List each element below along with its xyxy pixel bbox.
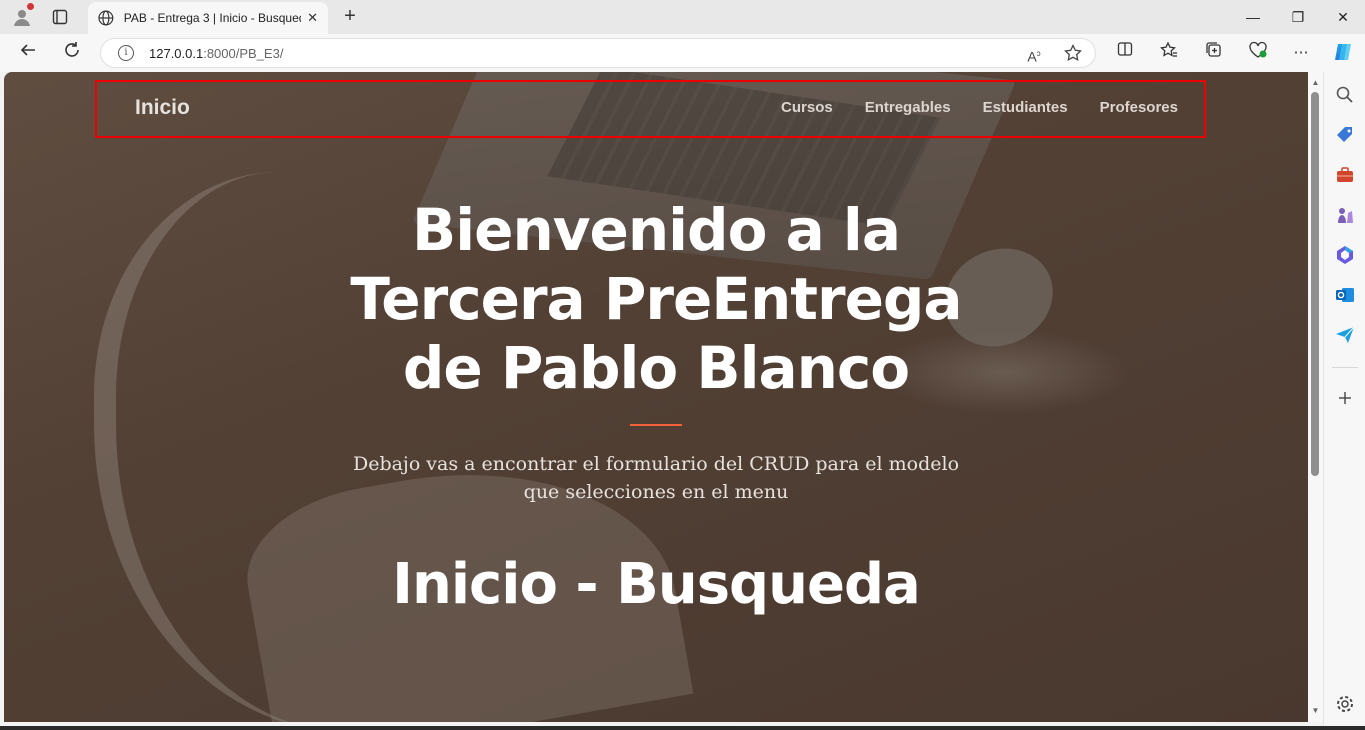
notification-dot-icon bbox=[27, 3, 34, 10]
section-title: Inicio - Busqueda bbox=[392, 552, 921, 617]
scroll-thumb[interactable] bbox=[1311, 92, 1319, 476]
tab-strip: PAB - Entrega 3 | Inicio - Busqueda ✕ + … bbox=[0, 0, 1365, 34]
url-path: :8000/PB_E3/ bbox=[203, 45, 284, 61]
browser-essentials-icon[interactable] bbox=[1246, 41, 1270, 65]
more-options-icon[interactable]: ⋯ bbox=[1289, 41, 1313, 65]
url-host: 127.0.0.1 bbox=[149, 45, 204, 61]
tab-close-icon[interactable]: ✕ bbox=[307, 10, 318, 26]
nav-item-cursos[interactable]: Cursos bbox=[781, 99, 833, 116]
tab-title: PAB - Entrega 3 | Inicio - Busqueda bbox=[123, 11, 302, 25]
site-info-icon[interactable]: i bbox=[118, 45, 134, 61]
address-bar[interactable]: i 127.0.0.1:8000/PB_E3/ Aↄ bbox=[100, 38, 1096, 68]
new-tab-button[interactable]: + bbox=[338, 5, 362, 29]
favorites-icon[interactable] bbox=[1157, 41, 1181, 65]
read-aloud-icon[interactable]: Aↄ bbox=[1024, 44, 1044, 65]
hero-subtitle: Debajo vas a encontrar el formulario del… bbox=[352, 453, 960, 503]
page-scrollbar[interactable]: ▲ ▼ bbox=[1308, 72, 1323, 722]
taskbar-edge bbox=[0, 726, 1365, 730]
edge-sidebar bbox=[1323, 72, 1365, 730]
back-arrow-icon[interactable] bbox=[16, 41, 40, 65]
scroll-down-icon[interactable]: ▼ bbox=[1311, 706, 1320, 715]
refresh-icon[interactable] bbox=[60, 41, 84, 65]
browser-tab[interactable]: PAB - Entrega 3 | Inicio - Busqueda ✕ bbox=[88, 2, 328, 34]
collections-icon[interactable] bbox=[1202, 41, 1226, 65]
restore-button[interactable]: ❐ bbox=[1286, 6, 1310, 28]
add-icon[interactable] bbox=[1334, 387, 1356, 409]
scroll-up-icon[interactable]: ▲ bbox=[1311, 78, 1320, 87]
games-chess-icon[interactable] bbox=[1334, 204, 1356, 226]
url-text[interactable]: 127.0.0.1:8000/PB_E3/ bbox=[149, 46, 283, 61]
globe-icon bbox=[98, 10, 114, 26]
split-screen-icon[interactable] bbox=[1113, 41, 1137, 65]
microsoft-365-icon[interactable] bbox=[1334, 244, 1356, 266]
favorite-star-icon[interactable] bbox=[1063, 43, 1083, 64]
minimize-button[interactable]: — bbox=[1241, 6, 1265, 28]
search-icon[interactable] bbox=[1334, 84, 1356, 106]
nav-item-estudiantes[interactable]: Estudiantes bbox=[983, 99, 1068, 116]
browser-toolbar: i 127.0.0.1:8000/PB_E3/ Aↄ ⋯ bbox=[0, 34, 1365, 72]
brand-link[interactable]: Inicio bbox=[135, 96, 190, 120]
hero-title: Bienvenido a la Tercera PreEntrega de Pa… bbox=[350, 196, 962, 402]
settings-gear-icon[interactable] bbox=[1334, 693, 1356, 715]
nav-links: Cursos Entregables Estudiantes Profesore… bbox=[781, 99, 1178, 116]
nav-item-profesores[interactable]: Profesores bbox=[1100, 99, 1178, 116]
close-window-button[interactable]: ✕ bbox=[1331, 6, 1355, 28]
sidebar-divider bbox=[1332, 367, 1358, 368]
shopping-tag-icon[interactable] bbox=[1334, 124, 1356, 146]
hero-divider bbox=[630, 424, 682, 426]
tools-briefcase-icon[interactable] bbox=[1334, 164, 1356, 186]
page-viewport: Inicio Cursos Entregables Estudiantes Pr… bbox=[4, 72, 1308, 722]
site-navbar: Inicio Cursos Entregables Estudiantes Pr… bbox=[95, 80, 1206, 138]
copilot-icon[interactable] bbox=[1331, 41, 1355, 65]
send-paper-plane-icon[interactable] bbox=[1334, 324, 1356, 346]
outlook-icon[interactable] bbox=[1334, 284, 1356, 306]
tab-actions-icon[interactable] bbox=[48, 5, 72, 29]
nav-item-entregables[interactable]: Entregables bbox=[865, 99, 951, 116]
